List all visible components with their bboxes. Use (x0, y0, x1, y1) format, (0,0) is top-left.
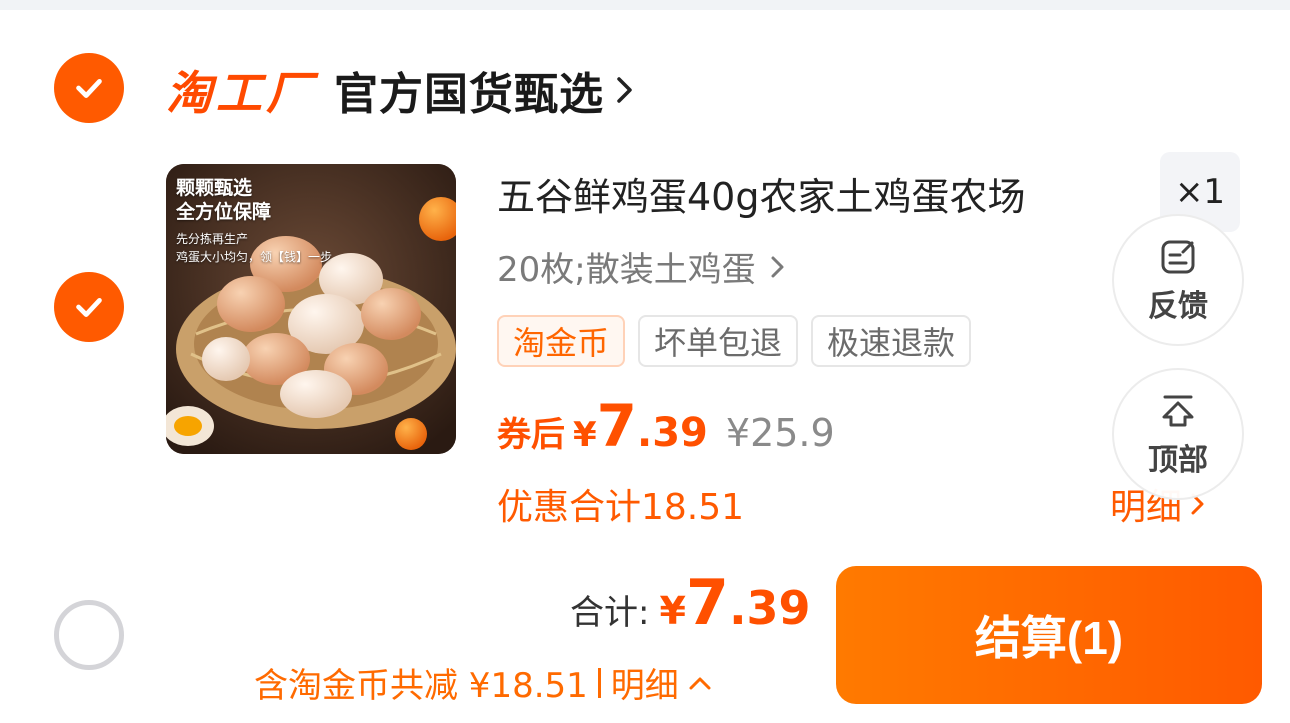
thumb-subtext: 先分拣再生产 鸡蛋大小均匀，领【钱】一步 (176, 230, 386, 266)
price-label: 券后 (497, 415, 565, 455)
price-after-coupon: 券后 ¥ 7 .39 ¥25.9 (497, 392, 835, 460)
chevron-right-icon (771, 256, 784, 277)
product-title[interactable]: 五谷鲜鸡蛋40g农家土鸡蛋农场 (497, 166, 1025, 221)
thumb-headline: 颗颗甄选 全方位保障 (176, 176, 271, 224)
feedback-label: 反馈 (1148, 289, 1208, 324)
chevron-right-icon (617, 77, 632, 103)
back-to-top-label: 顶部 (1148, 443, 1208, 478)
thumb-line-3: 先分拣再生产 (176, 232, 249, 246)
price-currency: ¥ (573, 415, 597, 455)
item-checkbox[interactable] (54, 272, 124, 342)
back-to-top-icon (1162, 395, 1194, 427)
check-icon (76, 297, 102, 317)
sku-selector[interactable]: 20枚;散装土鸡蛋 (497, 242, 786, 291)
top-strip (0, 0, 1290, 10)
product-image[interactable]: 颗颗甄选 全方位保障 先分拣再生产 鸡蛋大小均匀，领【钱】一步 (166, 164, 456, 454)
discount-total: 优惠合计18.51 (497, 487, 745, 528)
total-label: 合计: (570, 593, 650, 633)
store-name: 官方国货甄选 (334, 69, 604, 120)
price-integer: 7 (596, 392, 638, 460)
total-currency: ¥ (659, 589, 686, 633)
reduce-text: 含淘金币共减 ¥18.51 (254, 666, 588, 706)
total-integer: 7 (685, 566, 730, 639)
select-all-checkbox[interactable] (54, 600, 124, 670)
thumb-line-1: 颗颗甄选 (176, 177, 253, 199)
thumb-line-4: 鸡蛋大小均匀，领【钱】一步 (176, 250, 333, 264)
back-to-top-button[interactable]: 顶部 (1112, 368, 1244, 500)
divider (597, 667, 601, 698)
store-checkbox[interactable] (54, 53, 124, 123)
store-brand: 淘工厂 (166, 66, 316, 120)
feedback-button[interactable]: 反馈 (1112, 214, 1244, 346)
reduce-detail-label: 明细 (610, 666, 679, 706)
original-price: ¥25.9 (725, 411, 835, 455)
price-decimal: .39 (637, 410, 708, 456)
sku-label: 20枚;散装土鸡蛋 (497, 250, 756, 290)
check-icon (76, 78, 102, 98)
service-tags: 淘金币 坏单包退 极速退款 (497, 315, 972, 367)
feedback-icon (1161, 240, 1195, 274)
thumb-line-2: 全方位保障 (176, 201, 272, 223)
tag-fast-refund: 极速退款 (811, 315, 972, 367)
chevron-up-icon (689, 677, 711, 689)
reduce-summary[interactable]: 含淘金币共减 ¥18.51 明细 (254, 658, 713, 707)
checkout-button[interactable]: 结算(1) (836, 566, 1262, 704)
total-price: 合计: ¥ 7 .39 (570, 566, 811, 639)
tag-bad-refund: 坏单包退 (638, 315, 799, 367)
tag-taojinbi: 淘金币 (497, 315, 626, 367)
total-decimal: .39 (729, 581, 811, 635)
store-header[interactable]: 淘工厂 官方国货甄选 (166, 58, 636, 122)
